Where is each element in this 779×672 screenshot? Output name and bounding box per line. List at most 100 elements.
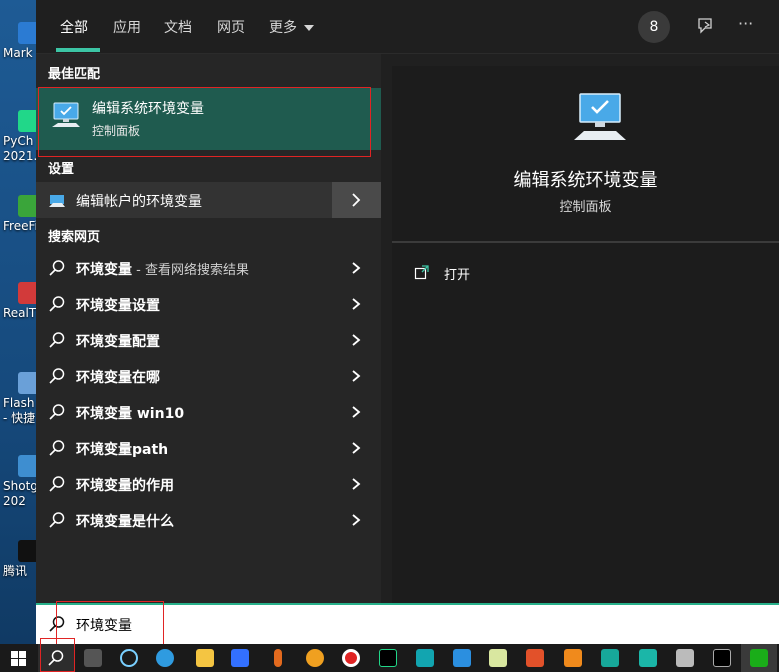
section-web: 搜索网页	[48, 230, 101, 245]
desktop-icon-label: Shotg	[3, 479, 38, 493]
windows-logo-icon	[11, 651, 26, 666]
chevron-right-icon[interactable]	[351, 331, 361, 349]
chevron-right-icon[interactable]	[351, 403, 361, 421]
web-result[interactable]: 环境变量设置	[36, 286, 381, 322]
web-result-term: 环境变量	[76, 262, 132, 278]
search-icon	[49, 296, 65, 312]
taskbar-app[interactable]	[187, 644, 223, 672]
desktop-icon-label: 2021.1	[3, 149, 45, 163]
web-result-label: 环境变量 - 查看网络搜索结果	[76, 259, 249, 279]
web-result-term: 环境变量 win10	[76, 406, 185, 422]
taskbar-app[interactable]	[592, 644, 628, 672]
taskbar-app[interactable]	[260, 644, 296, 672]
web-result[interactable]: 环境变量在哪	[36, 358, 381, 394]
preview-pane: 编辑系统环境变量 控制面板 打开	[392, 66, 779, 603]
highlight-box	[38, 87, 371, 157]
preview-title: 编辑系统环境变量	[513, 170, 658, 191]
section-best-match: 最佳匹配	[48, 67, 101, 82]
settings-expand-button[interactable]	[332, 182, 381, 218]
desktop-icon-shotgun[interactable]: Shotg 202	[0, 455, 40, 509]
wechat-icon	[750, 649, 768, 667]
more-options-button[interactable]: ···	[738, 14, 753, 33]
web-result-suffix: - 查看网络搜索结果	[132, 263, 249, 278]
taskbar-app[interactable]	[147, 644, 183, 672]
taskbar-app[interactable]	[741, 644, 777, 672]
maya-icon	[416, 649, 434, 667]
chevron-right-icon[interactable]	[351, 367, 361, 385]
search-icon	[49, 368, 65, 384]
web-result[interactable]: 环境变量是什么	[36, 502, 381, 538]
results-list: 最佳匹配 编辑系统环境变量 控制面板 设置 编辑帐户的环境变量 搜索网页 环境变…	[36, 54, 381, 603]
taskbar-app[interactable]	[667, 644, 703, 672]
web-result[interactable]: 环境变量 win10	[36, 394, 381, 430]
web-result[interactable]: 环境变量 - 查看网络搜索结果	[36, 250, 381, 286]
taskbar-app[interactable]	[222, 644, 258, 672]
tab-documents[interactable]: 文档	[164, 17, 192, 37]
desktop-icon-realtime[interactable]: RealT	[0, 282, 40, 321]
settings-result-label: 编辑帐户的环境变量	[76, 194, 202, 210]
taskbar-app[interactable]	[111, 644, 147, 672]
desktop-icon-markdown[interactable]: Mark	[0, 22, 40, 61]
chevron-right-icon[interactable]	[351, 511, 361, 529]
web-result-term: 环境变量配置	[76, 334, 160, 350]
taskbar-app[interactable]	[75, 644, 111, 672]
taskbar-app[interactable]	[555, 644, 591, 672]
active-tab-indicator	[56, 48, 100, 52]
preview-subtitle: 控制面板	[559, 200, 612, 215]
chevron-right-icon	[352, 193, 361, 207]
search-panel: 全部 应用 文档 网页 更多 8 ··· 最佳匹配 编辑系统环境变量 控制面板	[36, 0, 779, 603]
web-result[interactable]: 环境变量的作用	[36, 466, 381, 502]
taskbar-app[interactable]	[444, 644, 480, 672]
taskbar-app[interactable]	[480, 644, 516, 672]
desktop-icon-label: FreeFi	[3, 219, 38, 233]
arrow-app-icon	[564, 649, 582, 667]
preview-divider	[392, 241, 779, 243]
edge-icon	[156, 649, 174, 667]
taskbar-app[interactable]	[630, 644, 666, 672]
calculator-icon	[84, 649, 102, 667]
desktop-icon-label: Mark	[3, 46, 33, 60]
desktop-icon-pycharm[interactable]: PyCh 2021.1	[0, 110, 45, 164]
tab-all[interactable]: 全部	[60, 17, 88, 37]
tab-web[interactable]: 网页	[217, 17, 245, 37]
desktop-icon-label: 腾讯	[3, 564, 28, 578]
open-external-icon	[414, 265, 429, 280]
open-action[interactable]: 打开	[414, 262, 614, 284]
chevron-right-icon[interactable]	[351, 439, 361, 457]
web-result-term: 环境变量的作用	[76, 478, 174, 494]
chevron-right-icon[interactable]	[351, 295, 361, 313]
web-result[interactable]: 环境变量配置	[36, 322, 381, 358]
web-result-label: 环境变量在哪	[76, 367, 160, 387]
web-result-label: 环境变量配置	[76, 331, 160, 351]
desktop-icon-flash[interactable]: Flash - 快捷	[0, 372, 40, 426]
search-icon	[49, 404, 65, 420]
open-action-label: 打开	[444, 268, 471, 283]
feedback-icon[interactable]	[696, 16, 716, 36]
desktop-icon-tencent[interactable]: 腾讯	[0, 540, 40, 579]
start-button[interactable]	[0, 644, 36, 672]
taskbar-app[interactable]	[704, 644, 740, 672]
tab-apps[interactable]: 应用	[113, 17, 141, 37]
system-properties-icon	[574, 93, 626, 140]
cmd-icon	[713, 649, 731, 667]
search-icon	[49, 440, 65, 456]
taskbar-app[interactable]	[370, 644, 406, 672]
highlight-box	[40, 638, 75, 672]
taskbar-app[interactable]	[407, 644, 443, 672]
desktop-icon-freefile[interactable]: FreeFi	[0, 195, 40, 234]
pycharm-icon	[379, 649, 397, 667]
taskbar-app[interactable]	[333, 644, 369, 672]
tab-more[interactable]: 更多	[269, 17, 315, 37]
chevron-right-icon[interactable]	[351, 475, 361, 493]
search-box[interactable]: 环境变量	[36, 601, 779, 645]
microphone-icon	[274, 649, 282, 667]
taskbar-app[interactable]	[517, 644, 553, 672]
notepad-icon	[489, 649, 507, 667]
chevron-right-icon[interactable]	[351, 259, 361, 277]
3dsmax-icon	[601, 649, 619, 667]
orange-app-icon	[306, 649, 324, 667]
settings-result[interactable]: 编辑帐户的环境变量	[36, 182, 381, 218]
taskbar-app[interactable]	[297, 644, 333, 672]
rewards-points-badge[interactable]: 8	[638, 11, 670, 43]
web-result[interactable]: 环境变量path	[36, 430, 381, 466]
